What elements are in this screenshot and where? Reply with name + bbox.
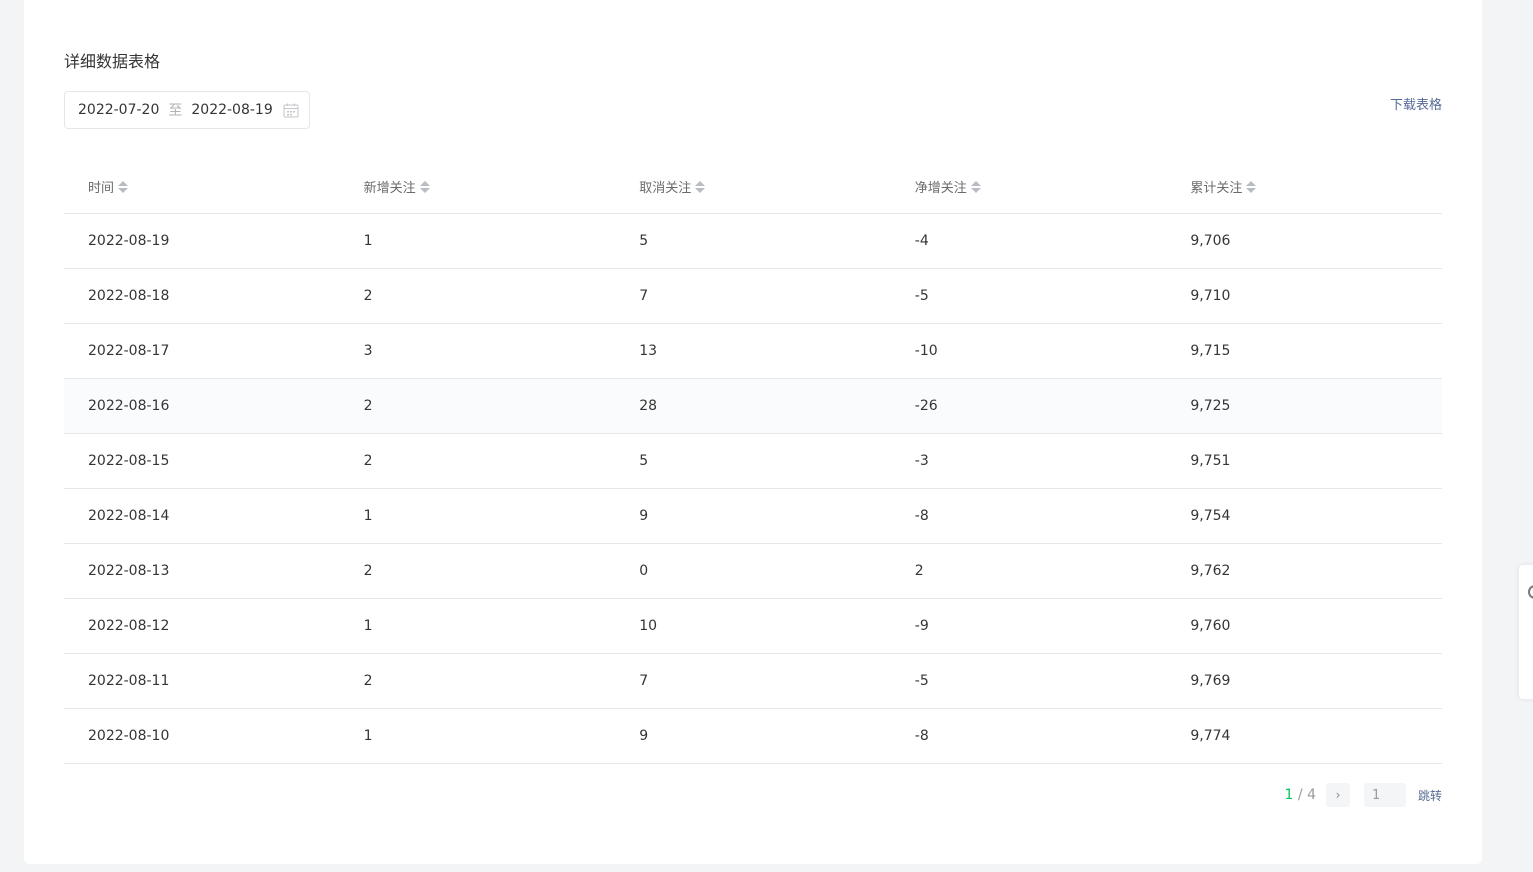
table-row: 2022-08-12 1 10 -9 9,760 [64,599,1442,654]
date-separator: 至 [168,103,183,119]
cell-unfollow: 9 [639,728,649,744]
jump-button[interactable]: 跳转 [1418,787,1442,804]
page-count: 1 / 4 [1284,787,1316,803]
date-end[interactable]: 2022-08-19 [191,102,272,118]
cell-unfollow: 28 [639,398,658,414]
cell-total: 9,725 [1190,398,1231,414]
cell-total: 9,760 [1190,618,1231,634]
table-row: 2022-08-13 2 0 2 9,762 [64,544,1442,599]
calendar-icon[interactable] [283,103,299,118]
cell-new: 3 [363,343,373,359]
cell-new: 1 [363,728,373,744]
cell-new: 2 [363,673,373,689]
cell-new: 2 [363,288,373,304]
cell-date: 2022-08-16 [88,398,170,414]
table-row: 2022-08-14 1 9 -8 9,754 [64,489,1442,544]
cell-date: 2022-08-12 [88,618,170,634]
table-row: 2022-08-17 3 13 -10 9,715 [64,324,1442,379]
cell-unfollow: 7 [639,673,649,689]
column-header-new-follows[interactable]: 新增关注 [340,177,616,196]
side-feedback-tab[interactable] [1519,565,1533,699]
cell-total: 9,774 [1190,728,1231,744]
cell-unfollow: 10 [639,618,658,634]
cell-new: 2 [363,563,373,579]
column-header-unfollows[interactable]: 取消关注 [615,177,891,196]
table-row: 2022-08-15 2 5 -3 9,751 [64,434,1442,489]
cell-date: 2022-08-14 [88,508,170,524]
cell-new: 2 [363,398,373,414]
table-row: 2022-08-19 1 5 -4 9,706 [64,214,1442,269]
sort-icon[interactable] [695,180,706,193]
column-header-time[interactable]: 时间 [64,177,340,196]
table-row: 2022-08-11 2 7 -5 9,769 [64,654,1442,709]
feedback-icon [1528,585,1533,599]
cell-net: -10 [914,343,938,359]
cell-net: -5 [914,673,929,689]
cell-net: -9 [914,618,929,634]
cell-net: -26 [914,398,938,414]
table-row: 2022-08-18 2 7 -5 9,710 [64,269,1442,324]
section-title: 详细数据表格 [64,52,161,71]
cell-new: 2 [363,453,373,469]
chevron-right-icon[interactable]: › [1325,783,1350,807]
cell-date: 2022-08-11 [88,673,170,689]
cell-net: 2 [914,563,924,579]
cell-unfollow: 5 [639,453,649,469]
cell-new: 1 [363,618,373,634]
cell-new: 1 [363,233,373,249]
sort-icon[interactable] [1246,180,1257,193]
data-card: 详细数据表格 2022-07-20 至 2022-08-19 下载表格 时间 新… [24,0,1482,864]
cell-net: -4 [914,233,929,249]
pagination: 1 / 4 › 跳转 [1285,783,1442,807]
cell-unfollow: 0 [639,563,649,579]
cell-total: 9,769 [1190,673,1231,689]
cell-unfollow: 5 [639,233,649,249]
date-range-picker[interactable]: 2022-07-20 至 2022-08-19 [64,91,310,129]
cell-unfollow: 13 [639,343,658,359]
download-table-link[interactable]: 下载表格 [1390,94,1442,113]
cell-total: 9,751 [1190,453,1231,469]
cell-unfollow: 9 [639,508,649,524]
sort-icon[interactable] [118,180,129,193]
data-table: 时间 新增关注 取消关注 净增关注 累计关注 2022-08-19 1 5 -4… [64,160,1442,764]
cell-total: 9,710 [1190,288,1231,304]
cell-date: 2022-08-19 [88,233,170,249]
table-row: 2022-08-10 1 9 -8 9,774 [64,709,1442,764]
date-start[interactable]: 2022-07-20 [78,102,159,118]
column-header-net-follows[interactable]: 净增关注 [891,177,1167,196]
cell-total: 9,706 [1190,233,1231,249]
sort-icon[interactable] [419,180,430,193]
cell-new: 1 [363,508,373,524]
total-pages: 4 [1307,787,1316,803]
cell-total: 9,715 [1190,343,1231,359]
cell-net: -8 [914,508,929,524]
cell-net: -5 [914,288,929,304]
cell-date: 2022-08-17 [88,343,170,359]
cell-net: -8 [914,728,929,744]
table-row: 2022-08-16 2 28 -26 9,725 [64,379,1442,434]
sort-icon[interactable] [970,180,981,193]
column-header-total-follows[interactable]: 累计关注 [1166,177,1442,196]
cell-net: -3 [914,453,929,469]
page-jump-input[interactable] [1363,783,1406,807]
cell-date: 2022-08-18 [88,288,170,304]
table-header: 时间 新增关注 取消关注 净增关注 累计关注 [64,160,1442,214]
cell-total: 9,762 [1190,563,1231,579]
cell-unfollow: 7 [639,288,649,304]
cell-date: 2022-08-13 [88,563,170,579]
cell-date: 2022-08-15 [88,453,170,469]
cell-total: 9,754 [1190,508,1231,524]
cell-date: 2022-08-10 [88,728,170,744]
